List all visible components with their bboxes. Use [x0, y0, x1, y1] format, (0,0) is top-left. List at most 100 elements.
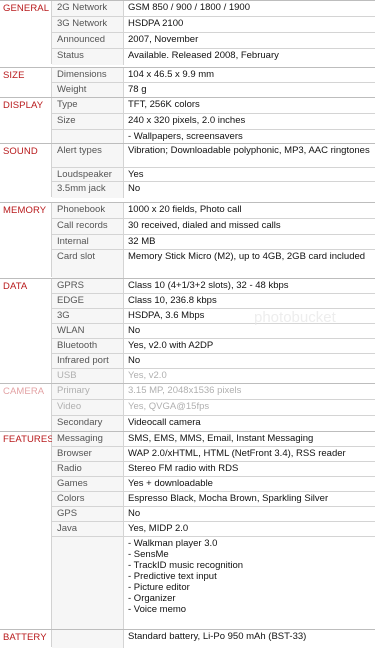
- spec-value: Class 10, 236.8 kbps: [128, 295, 217, 306]
- spec-value: Yes: [128, 169, 144, 180]
- category-label: FEATURES: [3, 434, 54, 445]
- spec-label-cell: Radio: [52, 462, 124, 476]
- spec-row: Internal 32 MB: [52, 235, 375, 250]
- spec-value: WAP 2.0/xHTML, HTML (NetFront 3.4), RSS …: [128, 448, 346, 459]
- spec-row: - Walkman player 3.0 - SensMe - TrackID …: [52, 537, 375, 633]
- category-label: SOUND: [3, 146, 38, 157]
- spec-label-cell: Type: [52, 98, 124, 113]
- category-cell: GENERAL: [0, 1, 52, 64]
- spec-value: Videocall camera: [128, 417, 201, 428]
- spec-label: Primary: [57, 385, 90, 396]
- section-features: FEATURES Messaging SMS, EMS, MMS, Email, I…: [0, 431, 375, 633]
- spec-label-cell: Size: [52, 114, 124, 129]
- category-cell: SIZE: [0, 68, 52, 97]
- spec-label-cell: Video: [52, 400, 124, 415]
- spec-row: EDGE Class 10, 236.8 kbps: [52, 294, 375, 309]
- spec-row: 2G Network GSM 850 / 900 / 1800 / 1900: [52, 1, 375, 17]
- spec-label-cell: Java: [52, 522, 124, 536]
- section-size: SIZE Dimensions 104 x 46.5 x 9.9 mm Weight 7…: [0, 67, 375, 98]
- spec-label-cell: Dimensions: [52, 68, 124, 82]
- spec-row: WLAN No: [52, 324, 375, 339]
- spec-value: 2007, November: [128, 34, 199, 45]
- spec-value: Stereo FM radio with RDS: [128, 463, 239, 474]
- spec-row: 3G HSDPA, 3.6 Mbps: [52, 309, 375, 324]
- spec-label: Video: [57, 401, 82, 412]
- spec-value: Yes, MIDP 2.0: [128, 523, 189, 534]
- spec-label: 3G: [57, 310, 70, 321]
- spec-row: USB Yes, v2.0: [52, 369, 375, 384]
- section-data: DATA GPRS Class 10 (4+1/3+2 slots), 32 - 4…: [0, 278, 375, 384]
- spec-label: 3.5mm jack: [57, 183, 106, 194]
- spec-value: Yes, QVGA@15fps: [128, 401, 210, 412]
- spec-label: Card slot: [57, 251, 96, 262]
- spec-label-cell: Call records: [52, 219, 124, 234]
- spec-label-cell: Weight: [52, 83, 124, 98]
- spec-row: Type TFT, 256K colors: [52, 98, 375, 114]
- spec-label: Phonebook: [57, 204, 106, 215]
- category-cell: CAMERA: [0, 384, 52, 431]
- spec-label-cell: Primary: [52, 384, 124, 399]
- spec-label-cell: Phonebook: [52, 203, 124, 218]
- spec-row: Dimensions 104 x 46.5 x 9.9 mm: [52, 68, 375, 83]
- spec-label: Type: [57, 99, 78, 110]
- spec-label-cell: USB: [52, 369, 124, 384]
- spec-value: Yes, v2.0: [128, 370, 167, 381]
- spec-value: - Walkman player 3.0 - SensMe - TrackID …: [128, 538, 244, 615]
- spec-label: Loudspeaker: [57, 169, 112, 180]
- spec-label-cell: Loudspeaker: [52, 168, 124, 181]
- spec-row: Alert types Vibration; Downloadable polyp…: [52, 144, 375, 168]
- spec-row: Browser WAP 2.0/xHTML, HTML (NetFront 3.4…: [52, 447, 375, 462]
- spec-label: Internal: [57, 236, 89, 247]
- category-label: CAMERA: [3, 386, 45, 397]
- spec-label-cell: Card slot: [52, 250, 124, 278]
- spec-label-cell: Alert types: [52, 144, 124, 167]
- spec-label-cell: Announced: [52, 33, 124, 48]
- spec-value: HSDPA, 3.6 Mbps: [128, 310, 205, 321]
- spec-row: GPS No: [52, 507, 375, 522]
- spec-row: Loudspeaker Yes: [52, 168, 375, 182]
- spec-label: Size: [57, 115, 76, 126]
- spec-label: Secondary: [57, 417, 103, 428]
- spec-value: No: [128, 508, 141, 519]
- category-label: GENERAL: [3, 3, 50, 14]
- spec-value: Class 10 (4+1/3+2 slots), 32 - 48 kbps: [128, 280, 289, 291]
- category-cell: DISPLAY: [0, 98, 52, 143]
- category-cell: BATTERY: [0, 630, 52, 647]
- spec-row: Status Available. Released 2008, February: [52, 49, 375, 65]
- spec-label: Announced: [57, 34, 106, 45]
- spec-label: Messaging: [57, 433, 103, 444]
- category-cell: DATA: [0, 279, 52, 383]
- spec-row: Size 240 x 320 pixels, 2.0 inches: [52, 114, 375, 130]
- spec-label-cell: Browser: [52, 447, 124, 461]
- spec-value: No: [128, 183, 141, 194]
- spec-label-cell: 3G: [52, 309, 124, 323]
- spec-label: Infrared port: [57, 355, 109, 366]
- spec-label: 3G Network: [57, 18, 108, 29]
- category-label: MEMORY: [3, 205, 47, 216]
- spec-label-cell: Secondary: [52, 416, 124, 432]
- spec-value: SMS, EMS, MMS, Email, Instant Messaging: [128, 433, 314, 444]
- spec-row: Phonebook 1000 x 20 fields, Photo call: [52, 203, 375, 219]
- spec-row: Standard battery, Li-Po 950 mAh (BST-33): [52, 630, 375, 648]
- spec-label-cell: GPRS: [52, 279, 124, 293]
- spec-row: 3G Network HSDPA 2100: [52, 17, 375, 33]
- spec-row: Infrared port No: [52, 354, 375, 369]
- spec-label: 2G Network: [57, 2, 108, 13]
- spec-row: Card slot Memory Stick Micro (M2), up to …: [52, 250, 375, 278]
- spec-label: GPS: [57, 508, 78, 519]
- spec-row: Radio Stereo FM radio with RDS: [52, 462, 375, 477]
- spec-label: GPRS: [57, 280, 84, 291]
- spec-value: 3.15 MP, 2048x1536 pixels: [128, 385, 242, 396]
- spec-label-cell: [52, 130, 124, 144]
- spec-row: GPRS Class 10 (4+1/3+2 slots), 32 - 48 kb…: [52, 279, 375, 294]
- spec-label-cell: GPS: [52, 507, 124, 521]
- spec-value: 32 MB: [128, 236, 156, 247]
- spec-label-cell: Colors: [52, 492, 124, 506]
- spec-value: TFT, 256K colors: [128, 99, 200, 110]
- spec-row: Messaging SMS, EMS, MMS, Email, Instant M…: [52, 432, 375, 447]
- category-label: BATTERY: [3, 632, 47, 643]
- spec-label-cell: Status: [52, 49, 124, 65]
- spec-value: 104 x 46.5 x 9.9 mm: [128, 69, 215, 80]
- spec-label-cell: Games: [52, 477, 124, 491]
- spec-label-cell: EDGE: [52, 294, 124, 308]
